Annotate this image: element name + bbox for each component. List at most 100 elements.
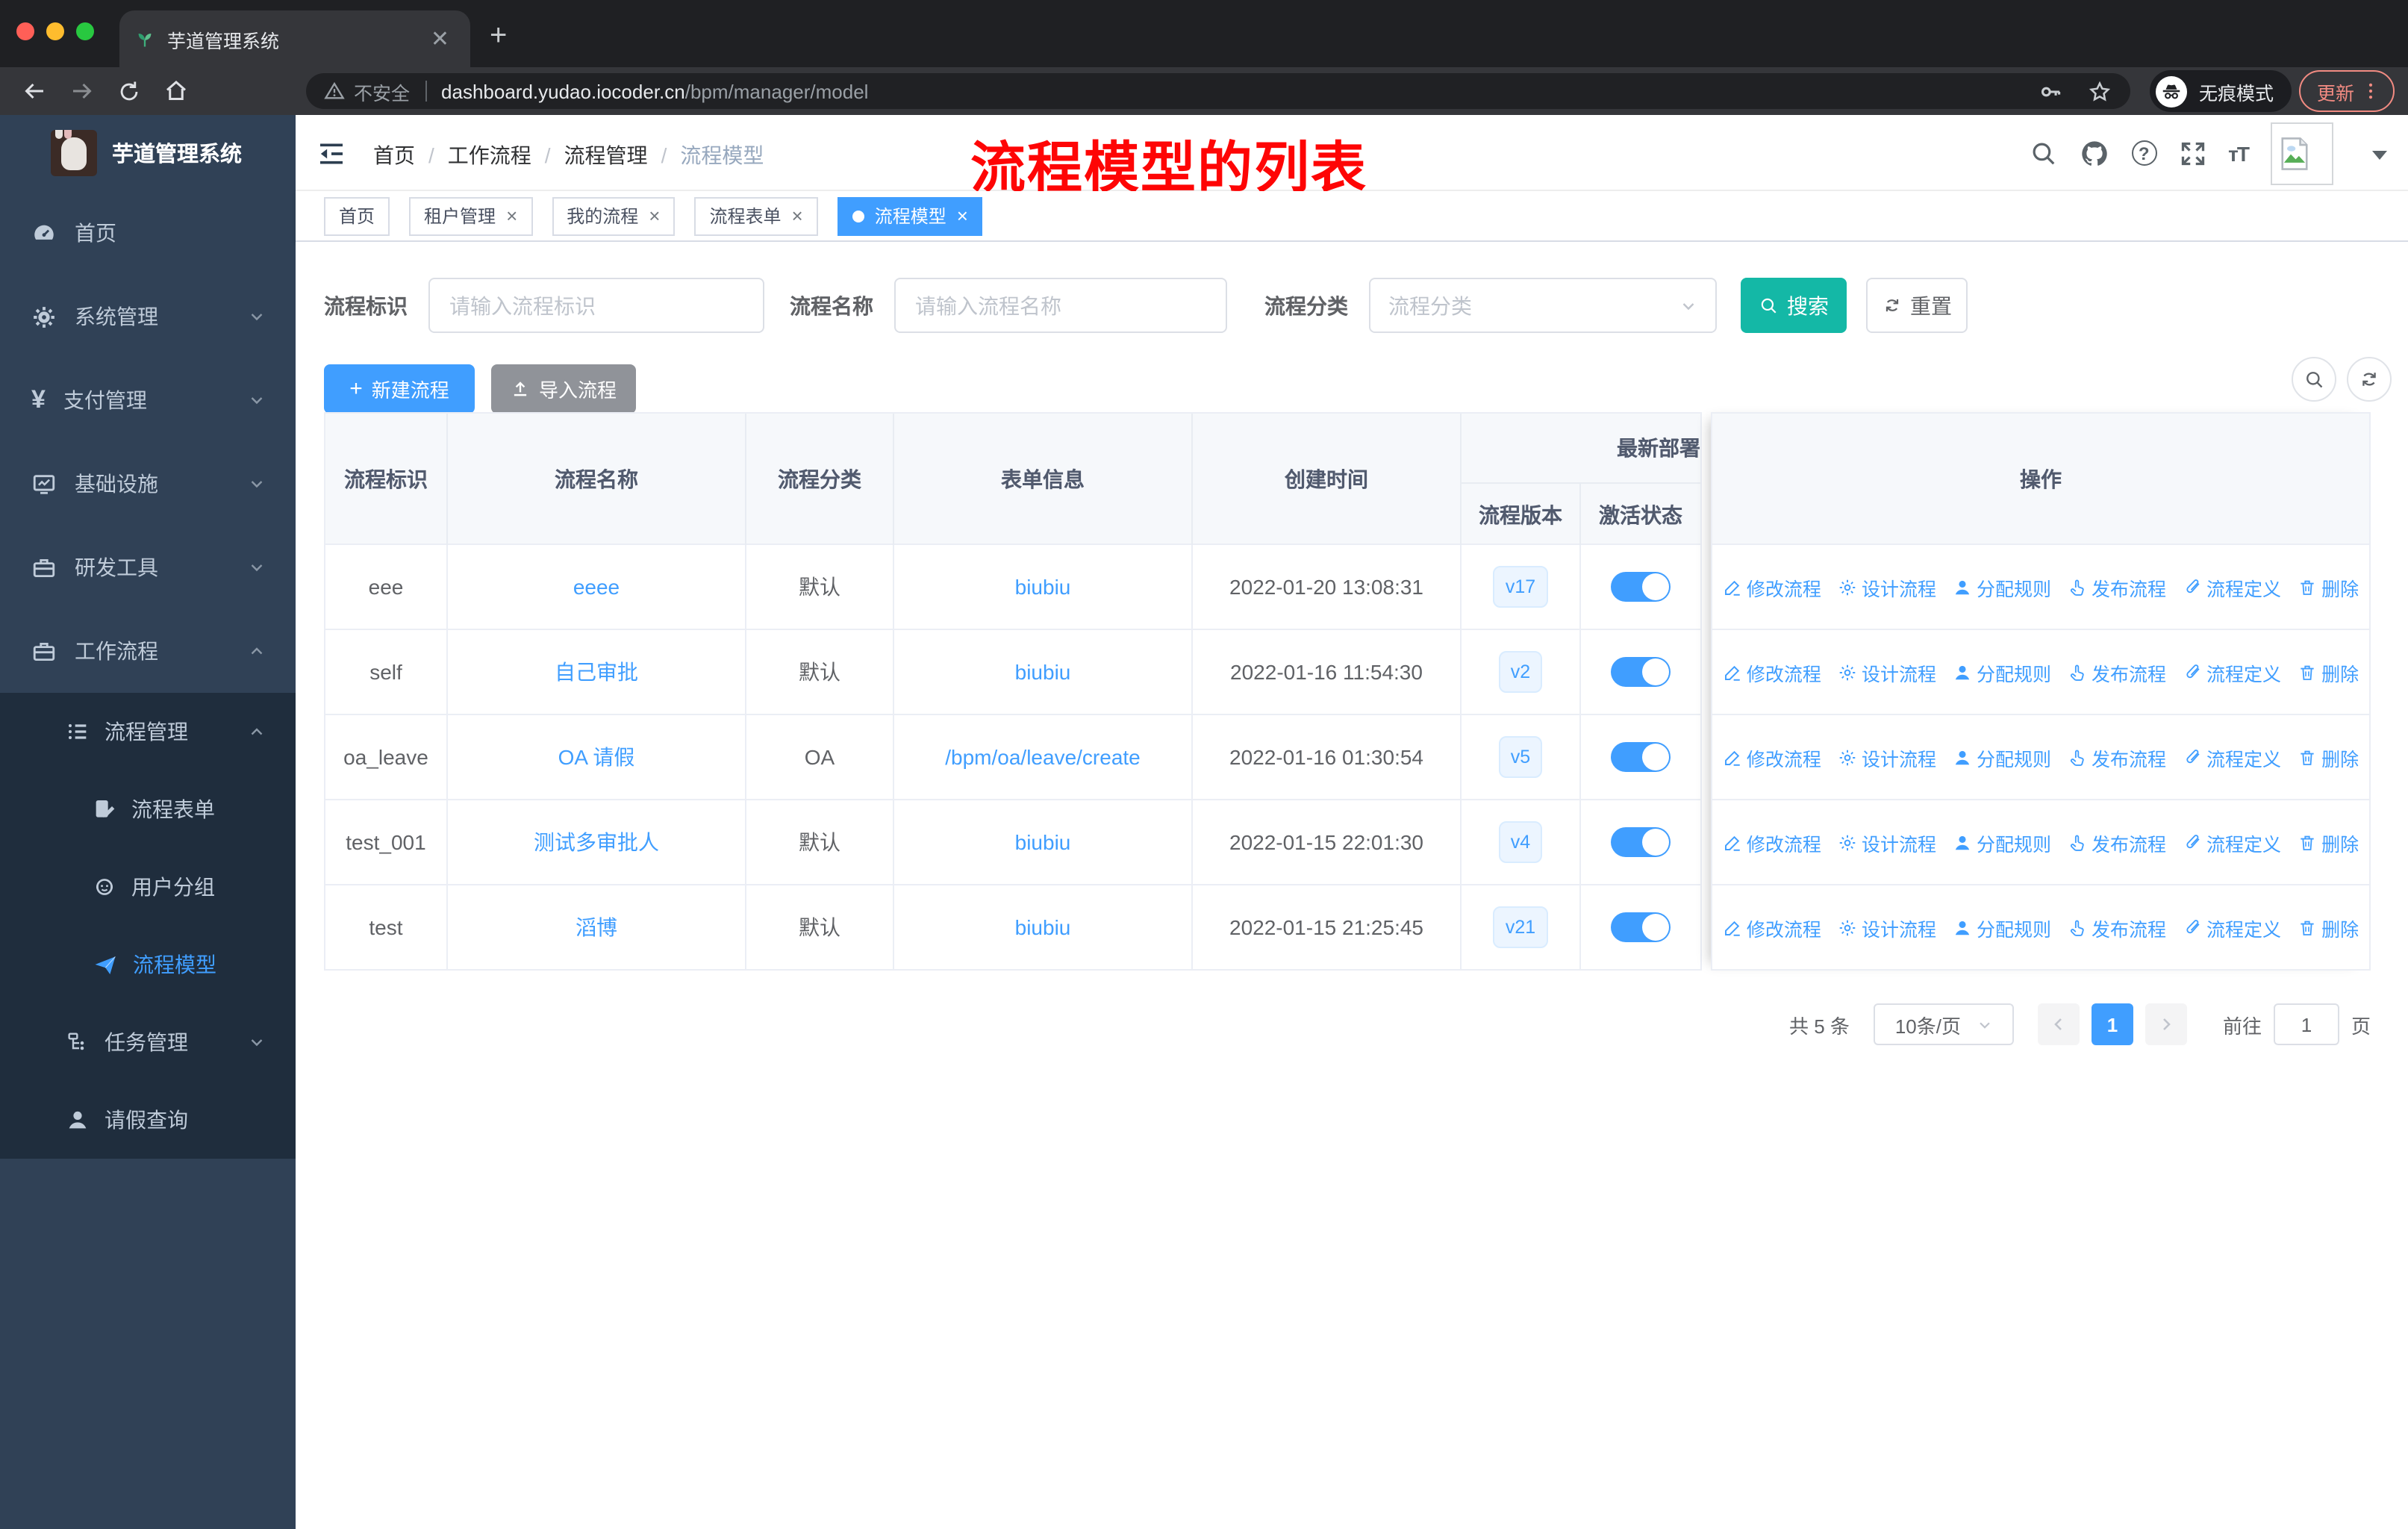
active-toggle[interactable] bbox=[1611, 742, 1671, 772]
process-name-link[interactable]: 测试多审批人 bbox=[534, 827, 659, 857]
action-publish-process[interactable]: 发布流程 bbox=[2068, 743, 2166, 771]
close-icon[interactable]: × bbox=[957, 205, 968, 227]
form-info-link[interactable]: biubiu bbox=[1015, 575, 1071, 599]
search-icon[interactable] bbox=[2028, 139, 2056, 167]
process-name-link[interactable]: 滔博 bbox=[576, 912, 617, 942]
avatar-dropdown-caret-icon[interactable] bbox=[2372, 151, 2387, 160]
import-process-button[interactable]: 导入流程 bbox=[491, 364, 636, 414]
maximize-window-button[interactable] bbox=[76, 22, 94, 40]
action-delete[interactable]: 删除 bbox=[2298, 743, 2359, 771]
process-id-input[interactable] bbox=[428, 278, 764, 333]
action-edit-process[interactable]: 修改流程 bbox=[1723, 743, 1821, 771]
action-assign-rule[interactable]: 分配规则 bbox=[1953, 743, 2051, 771]
sidebar-item-task-mgmt[interactable]: 任务管理 bbox=[0, 1003, 296, 1081]
close-icon[interactable]: × bbox=[792, 205, 803, 227]
action-delete[interactable]: 删除 bbox=[2298, 658, 2359, 686]
close-window-button[interactable] bbox=[16, 22, 34, 40]
current-page-button[interactable]: 1 bbox=[2091, 1003, 2133, 1045]
action-process-definition[interactable]: 流程定义 bbox=[2183, 573, 2281, 601]
kebab-menu-icon[interactable] bbox=[2360, 81, 2381, 102]
action-delete[interactable]: 删除 bbox=[2298, 573, 2359, 601]
active-toggle[interactable] bbox=[1611, 912, 1671, 942]
collapse-sidebar-icon[interactable] bbox=[316, 139, 346, 169]
minimize-window-button[interactable] bbox=[46, 22, 64, 40]
tag-tenant-mgmt[interactable]: 租户管理 × bbox=[409, 196, 533, 235]
new-tab-button[interactable]: + bbox=[490, 21, 507, 51]
action-design-process[interactable]: 设计流程 bbox=[1838, 743, 1936, 771]
version-tag[interactable]: v4 bbox=[1498, 821, 1543, 863]
sidebar-item-system[interactable]: 系统管理 bbox=[0, 275, 296, 358]
version-tag[interactable]: v21 bbox=[1493, 906, 1548, 948]
form-info-link[interactable]: /bpm/oa/leave/create bbox=[945, 745, 1141, 769]
sidebar-item-devtools[interactable]: 研发工具 bbox=[0, 526, 296, 609]
version-tag[interactable]: v5 bbox=[1498, 736, 1543, 778]
process-name-link[interactable]: 自己审批 bbox=[555, 657, 638, 687]
close-icon[interactable]: × bbox=[506, 205, 517, 227]
form-info-link[interactable]: biubiu bbox=[1015, 660, 1071, 684]
action-edit-process[interactable]: 修改流程 bbox=[1723, 658, 1821, 686]
prev-page-button[interactable] bbox=[2037, 1003, 2080, 1045]
tag-home[interactable]: 首页 bbox=[324, 196, 390, 235]
version-tag[interactable]: v17 bbox=[1493, 566, 1548, 608]
tag-my-process[interactable]: 我的流程 × bbox=[552, 196, 676, 235]
forward-icon[interactable] bbox=[69, 78, 96, 105]
user-avatar[interactable] bbox=[2271, 122, 2333, 184]
back-icon[interactable] bbox=[21, 78, 48, 105]
sidebar-item-infrastructure[interactable]: 基础设施 bbox=[0, 442, 296, 526]
sidebar-logo[interactable]: 芋道管理系统 bbox=[0, 115, 296, 191]
action-edit-process[interactable]: 修改流程 bbox=[1723, 573, 1821, 601]
browser-update-button[interactable]: 更新 bbox=[2299, 70, 2395, 112]
action-publish-process[interactable]: 发布流程 bbox=[2068, 573, 2166, 601]
sidebar-item-payment[interactable]: ¥ 支付管理 bbox=[0, 358, 296, 442]
action-edit-process[interactable]: 修改流程 bbox=[1723, 913, 1821, 941]
form-info-link[interactable]: biubiu bbox=[1015, 915, 1071, 939]
help-icon[interactable]: ? bbox=[2131, 140, 2157, 166]
reload-icon[interactable] bbox=[116, 78, 142, 104]
action-design-process[interactable]: 设计流程 bbox=[1838, 658, 1936, 686]
action-publish-process[interactable]: 发布流程 bbox=[2068, 828, 2166, 856]
tab-close-icon[interactable]: ✕ bbox=[425, 25, 455, 52]
process-name-link[interactable]: eeee bbox=[573, 575, 620, 599]
action-process-definition[interactable]: 流程定义 bbox=[2183, 658, 2281, 686]
action-design-process[interactable]: 设计流程 bbox=[1838, 828, 1936, 856]
sidebar-item-user-group[interactable]: 用户分组 bbox=[0, 848, 296, 926]
reset-button[interactable]: 重置 bbox=[1866, 278, 1968, 333]
window-controls[interactable] bbox=[16, 22, 94, 40]
action-process-definition[interactable]: 流程定义 bbox=[2183, 913, 2281, 941]
action-assign-rule[interactable]: 分配规则 bbox=[1953, 828, 2051, 856]
action-assign-rule[interactable]: 分配规则 bbox=[1953, 658, 2051, 686]
refresh-table-button[interactable] bbox=[2347, 357, 2392, 402]
breadcrumb-workflow[interactable]: 工作流程 bbox=[448, 140, 531, 170]
form-info-link[interactable]: biubiu bbox=[1015, 830, 1071, 854]
breadcrumb-process-mgmt[interactable]: 流程管理 bbox=[564, 140, 648, 170]
active-toggle[interactable] bbox=[1611, 572, 1671, 602]
sidebar-item-process-model[interactable]: 流程模型 bbox=[0, 926, 296, 1003]
breadcrumb-home[interactable]: 首页 bbox=[373, 140, 415, 170]
action-process-definition[interactable]: 流程定义 bbox=[2183, 743, 2281, 771]
active-toggle[interactable] bbox=[1611, 827, 1671, 857]
next-page-button[interactable] bbox=[2145, 1003, 2187, 1045]
action-delete[interactable]: 删除 bbox=[2298, 828, 2359, 856]
action-publish-process[interactable]: 发布流程 bbox=[2068, 658, 2166, 686]
browser-tab[interactable]: 芋道管理系统 ✕ bbox=[119, 10, 470, 67]
fullscreen-icon[interactable] bbox=[2179, 140, 2206, 166]
tag-process-form[interactable]: 流程表单 × bbox=[694, 196, 818, 235]
action-assign-rule[interactable]: 分配规则 bbox=[1953, 913, 2051, 941]
security-status[interactable]: 不安全 bbox=[324, 77, 410, 105]
process-category-select[interactable]: 流程分类 bbox=[1369, 278, 1717, 333]
process-name-link[interactable]: OA 请假 bbox=[558, 742, 635, 772]
github-icon[interactable] bbox=[2079, 138, 2109, 168]
process-name-input[interactable] bbox=[894, 278, 1227, 333]
action-design-process[interactable]: 设计流程 bbox=[1838, 913, 1936, 941]
goto-page-input[interactable] bbox=[2273, 1003, 2339, 1045]
sidebar-item-process-mgmt[interactable]: 流程管理 bbox=[0, 693, 296, 770]
font-size-icon[interactable]: тT bbox=[2228, 141, 2250, 165]
tag-process-model-active[interactable]: 流程模型 × bbox=[837, 196, 983, 235]
create-process-button[interactable]: + 新建流程 bbox=[324, 364, 475, 414]
action-process-definition[interactable]: 流程定义 bbox=[2183, 828, 2281, 856]
sidebar-item-leave-query[interactable]: 请假查询 bbox=[0, 1081, 296, 1159]
action-delete[interactable]: 删除 bbox=[2298, 913, 2359, 941]
search-button[interactable]: 搜索 bbox=[1741, 278, 1847, 333]
version-tag[interactable]: v2 bbox=[1498, 651, 1543, 693]
bookmark-star-icon[interactable] bbox=[2087, 78, 2112, 104]
